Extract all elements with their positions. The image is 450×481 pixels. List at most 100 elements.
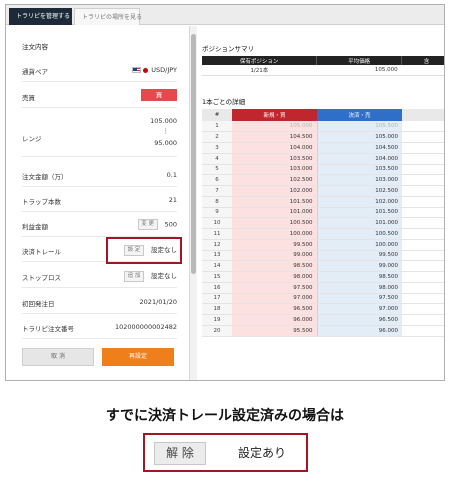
sell-price: 103.000 <box>317 174 402 186</box>
summary-header-position: 保有ポジション <box>202 56 318 65</box>
table-row: 7 102.000 102.500 <box>202 185 444 197</box>
table-row: 5 103.000 103.500 <box>202 164 444 176</box>
sell-price: 101.500 <box>317 207 402 219</box>
tab-location[interactable]: トラリピの場所を見る <box>74 8 142 25</box>
sell-price: 97.000 <box>317 303 402 315</box>
sell-price: 104.500 <box>317 142 402 154</box>
tab-bar: トラリピを管理する トラリピの場所を見る <box>6 5 444 25</box>
sell-price: 104.000 <box>317 153 402 165</box>
buy-price: 103.500 <box>232 153 318 165</box>
table-row: 14 98.500 99.000 <box>202 260 444 272</box>
sell-price: 97.500 <box>317 293 402 305</box>
side-row: 売買 買 <box>22 89 177 108</box>
trail-label: 決済トレール <box>22 248 61 256</box>
buy-price: 97.000 <box>232 293 318 305</box>
row-index: 7 <box>202 185 232 197</box>
side-badge: 買 <box>141 89 177 101</box>
detail-header-index: # <box>202 109 232 121</box>
row-index: 6 <box>202 174 232 186</box>
side-label: 売買 <box>22 94 35 102</box>
row-index: 10 <box>202 217 232 229</box>
sell-price: 103.500 <box>317 164 402 176</box>
sell-price: 98.500 <box>317 271 402 283</box>
left-scrollbar[interactable] <box>190 26 197 380</box>
sell-price: 96.500 <box>317 314 402 326</box>
trap-count-row: トラップ本数 21 <box>22 196 177 212</box>
buy-price: 99.000 <box>232 250 318 262</box>
setting-exists-text: 設定あり <box>238 446 287 460</box>
release-button[interactable]: 解 除 <box>154 442 206 465</box>
buy-price: 96.500 <box>232 303 318 315</box>
row-index: 9 <box>202 207 232 219</box>
stoploss-value: 設定なし <box>151 272 177 280</box>
cancel-button[interactable]: 取 消 <box>22 348 94 366</box>
us-flag-icon <box>132 67 142 73</box>
sell-price: 105.500 <box>317 121 402 133</box>
detail-header-extra <box>402 109 444 121</box>
app-window: トラリピを管理する トラリピの場所を見る 注文内容 通貨ペア USD/JPY 売… <box>5 4 445 381</box>
order-number-label: トラリピ注文番号 <box>22 325 74 333</box>
row-index: 12 <box>202 239 232 251</box>
range-separator: ⋮ <box>162 127 170 135</box>
row-extra <box>402 174 444 186</box>
summary-pl-value <box>401 65 444 76</box>
summary-header-average: 平均価格 <box>316 56 403 65</box>
trap-count-label: トラップ本数 <box>22 198 61 206</box>
row-extra <box>402 121 444 133</box>
table-row: 8 101.500 102.000 <box>202 196 444 208</box>
sell-price: 105.000 <box>317 131 402 143</box>
sell-price: 100.500 <box>317 228 402 240</box>
row-extra <box>402 153 444 165</box>
sell-price: 102.000 <box>317 196 402 208</box>
sell-price: 98.000 <box>317 282 402 294</box>
summary-average-value: 105.000 <box>316 65 402 76</box>
buy-price: 100.000 <box>232 228 318 240</box>
row-index: 2 <box>202 131 232 143</box>
table-row: 18 96.500 97.000 <box>202 303 444 315</box>
buy-price: 101.000 <box>232 207 318 219</box>
currency-pair-text: USD/JPY <box>151 66 177 74</box>
table-row: 9 101.000 101.500 <box>202 207 444 219</box>
buy-price: 99.500 <box>232 239 318 251</box>
reset-button[interactable]: 再設定 <box>102 348 174 366</box>
detail-title: 1本ごとの詳細 <box>202 98 246 106</box>
row-index: 16 <box>202 282 232 294</box>
trail-highlight-box <box>106 237 182 264</box>
order-amount-label: 注文金額（万） <box>22 173 68 181</box>
buy-price: 104.000 <box>232 142 318 154</box>
first-order-label: 初回発注日 <box>22 300 55 308</box>
row-index: 3 <box>202 142 232 154</box>
table-row: 3 104.000 104.500 <box>202 142 444 154</box>
row-index: 20 <box>202 325 232 337</box>
table-row: 6 102.500 103.000 <box>202 174 444 186</box>
row-index: 17 <box>202 293 232 305</box>
profit-change-button[interactable]: 変 更 <box>137 219 158 230</box>
table-row: 12 99.500 100.000 <box>202 239 444 251</box>
buy-price: 98.500 <box>232 260 318 272</box>
summary-row: 1/21本 105.000 <box>202 65 444 76</box>
row-extra <box>402 131 444 143</box>
sell-price: 99.500 <box>317 250 402 262</box>
buy-price: 102.500 <box>232 174 318 186</box>
row-index: 13 <box>202 250 232 262</box>
buy-price: 96.000 <box>232 314 318 326</box>
row-extra <box>402 325 444 337</box>
range-bottom: 95.000 <box>154 139 177 147</box>
trap-count-value: 21 <box>168 196 177 204</box>
scroll-thumb[interactable] <box>191 34 196 274</box>
row-index: 19 <box>202 314 232 326</box>
currency-pair-label: 通貨ペア <box>22 68 48 76</box>
row-extra <box>402 185 444 197</box>
row-index: 8 <box>202 196 232 208</box>
table-row: 20 95.500 96.000 <box>202 325 444 337</box>
tab-manage[interactable]: トラリピを管理する <box>9 8 72 25</box>
sell-price: 101.000 <box>317 217 402 229</box>
summary-position-value: 1/21本 <box>202 65 317 76</box>
profit-row: 利益金額 変 更 500 <box>22 219 177 237</box>
detail-table: # 新規・買 決済・売 1 105.000 105.500 2 104.500 105.0… <box>202 109 444 337</box>
stoploss-add-button[interactable]: 追 加 <box>124 270 144 282</box>
stoploss-value-group: 追 加設定なし <box>124 270 177 282</box>
range-row: レンジ 105.000 ⋮ 95.000 <box>22 117 177 157</box>
detail-header-sell: 決済・売 <box>317 109 402 121</box>
row-extra <box>402 196 444 208</box>
